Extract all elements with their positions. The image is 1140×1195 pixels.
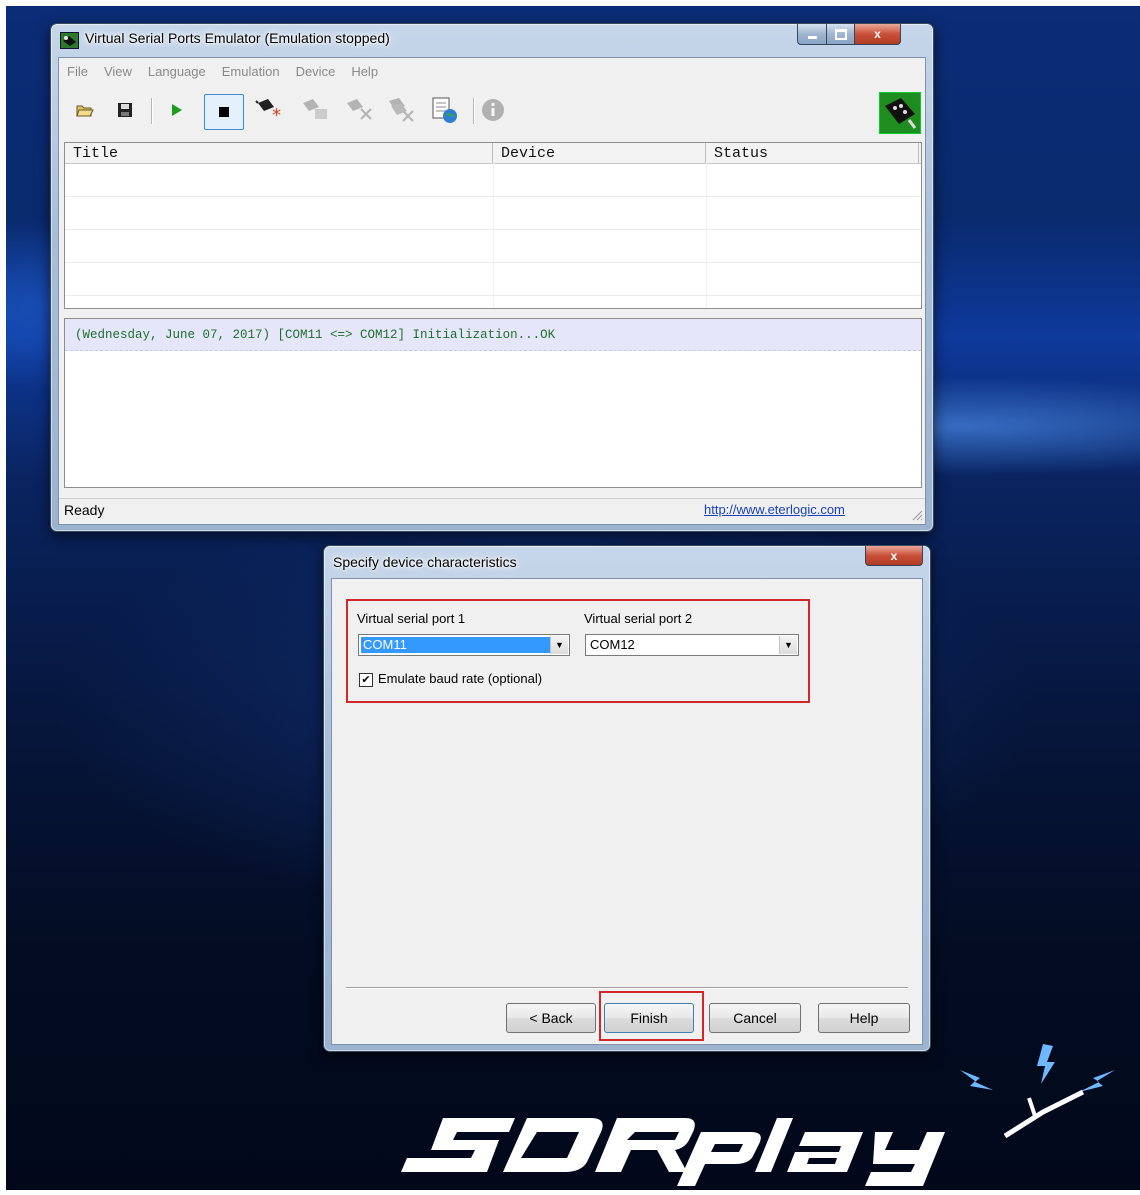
emulate-baud-checkbox[interactable]: ✔ [359, 673, 373, 687]
sdrplay-wordmark-icon [401, 1044, 1115, 1186]
menu-file[interactable]: File [67, 64, 88, 79]
port2-select[interactable]: COM12 ▼ [585, 634, 799, 656]
checkmark-icon: ✔ [361, 674, 371, 686]
maximize-button[interactable] [826, 24, 855, 45]
menu-bar: File View Language Emulation Device Help [59, 58, 925, 84]
minimize-button[interactable] [797, 24, 827, 45]
info-icon [482, 99, 504, 121]
device-characteristics-dialog: Specify device characteristics x Virtual… [323, 545, 931, 1052]
stop-emulation-button[interactable] [204, 94, 244, 130]
floppy-disk-icon [118, 103, 132, 117]
menu-view[interactable]: View [104, 64, 132, 79]
about-button[interactable] [479, 96, 507, 124]
toolbar-separator [473, 98, 474, 124]
dialog-close-button[interactable]: x [865, 546, 923, 566]
remove-device-icon [347, 99, 372, 120]
maximize-icon [834, 28, 847, 40]
chevron-down-icon: ▼ [779, 636, 797, 654]
dialog-title: Specify device characteristics [333, 554, 517, 570]
help-button[interactable]: Help [818, 1003, 910, 1033]
log-panel: (Wednesday, June 07, 2017) [COM11 <=> CO… [64, 318, 922, 488]
dialog-client-area: Virtual serial port 1 COM11 ▼ Virtual se… [331, 578, 923, 1045]
play-icon [172, 104, 182, 116]
svg-text:*: * [272, 105, 281, 123]
menu-language[interactable]: Language [148, 64, 206, 79]
device-settings-icon [303, 99, 327, 119]
column-header-status[interactable]: Status [706, 143, 919, 163]
toolbar: * [59, 86, 925, 136]
resize-grip-icon [912, 510, 923, 521]
delete-all-button[interactable] [385, 96, 419, 124]
button-separator [346, 987, 908, 988]
sdrplay-logo [395, 1040, 1135, 1190]
close-icon: x [874, 27, 881, 41]
menu-device[interactable]: Device [296, 64, 336, 79]
serial-connector-logo-icon [885, 98, 917, 129]
app-icon [60, 32, 79, 49]
emulate-baud-label: Emulate baud rate (optional) [378, 671, 543, 686]
document-globe-icon [432, 97, 457, 123]
device-properties-button[interactable] [299, 96, 333, 124]
table-row[interactable] [65, 163, 921, 197]
menu-help[interactable]: Help [351, 64, 378, 79]
status-text: Ready [64, 502, 105, 518]
back-button[interactable]: < Back [506, 1003, 596, 1033]
cancel-button[interactable]: Cancel [709, 1003, 801, 1033]
eterlogic-logo [879, 92, 921, 134]
new-device-icon: * [255, 99, 281, 123]
save-button[interactable] [111, 96, 139, 124]
table-row[interactable] [65, 262, 921, 296]
port1-value: COM11 [361, 637, 550, 653]
start-emulation-button[interactable] [162, 96, 190, 124]
stop-icon [219, 107, 229, 117]
port1-select[interactable]: COM11 ▼ [358, 634, 570, 656]
chevron-down-icon: ▼ [550, 636, 568, 654]
close-icon: x [890, 548, 898, 563]
device-table: Title Device Status [64, 142, 922, 309]
port2-value: COM12 [590, 637, 635, 652]
open-button[interactable] [71, 96, 99, 124]
remove-all-icon [389, 98, 414, 122]
vspe-main-window: Virtual Serial Ports Emulator (Emulation… [50, 23, 934, 532]
column-header-device[interactable]: Device [493, 143, 706, 163]
status-bar: Ready http://www.eterlogic.com [59, 498, 925, 523]
main-client-area: File View Language Emulation Device Help… [58, 57, 926, 525]
open-folder-icon [76, 105, 94, 117]
export-button[interactable] [429, 96, 463, 124]
create-device-button[interactable]: * [254, 96, 290, 124]
minimize-icon [807, 35, 817, 39]
toolbar-separator [151, 98, 152, 124]
close-button[interactable]: x [854, 24, 901, 45]
table-header: Title Device Status [65, 143, 921, 164]
port2-label: Virtual serial port 2 [584, 611, 693, 626]
column-header-title[interactable]: Title [65, 143, 493, 163]
port1-label: Virtual serial port 1 [357, 611, 466, 626]
delete-device-button[interactable] [343, 96, 377, 124]
window-title: Virtual Serial Ports Emulator (Emulation… [85, 30, 390, 46]
website-link[interactable]: http://www.eterlogic.com [704, 502, 845, 517]
menu-emulation[interactable]: Emulation [222, 64, 280, 79]
log-entry: (Wednesday, June 07, 2017) [COM11 <=> CO… [65, 319, 921, 351]
table-row[interactable] [65, 196, 921, 230]
table-row[interactable] [65, 229, 921, 263]
highlight-finish [599, 991, 704, 1041]
